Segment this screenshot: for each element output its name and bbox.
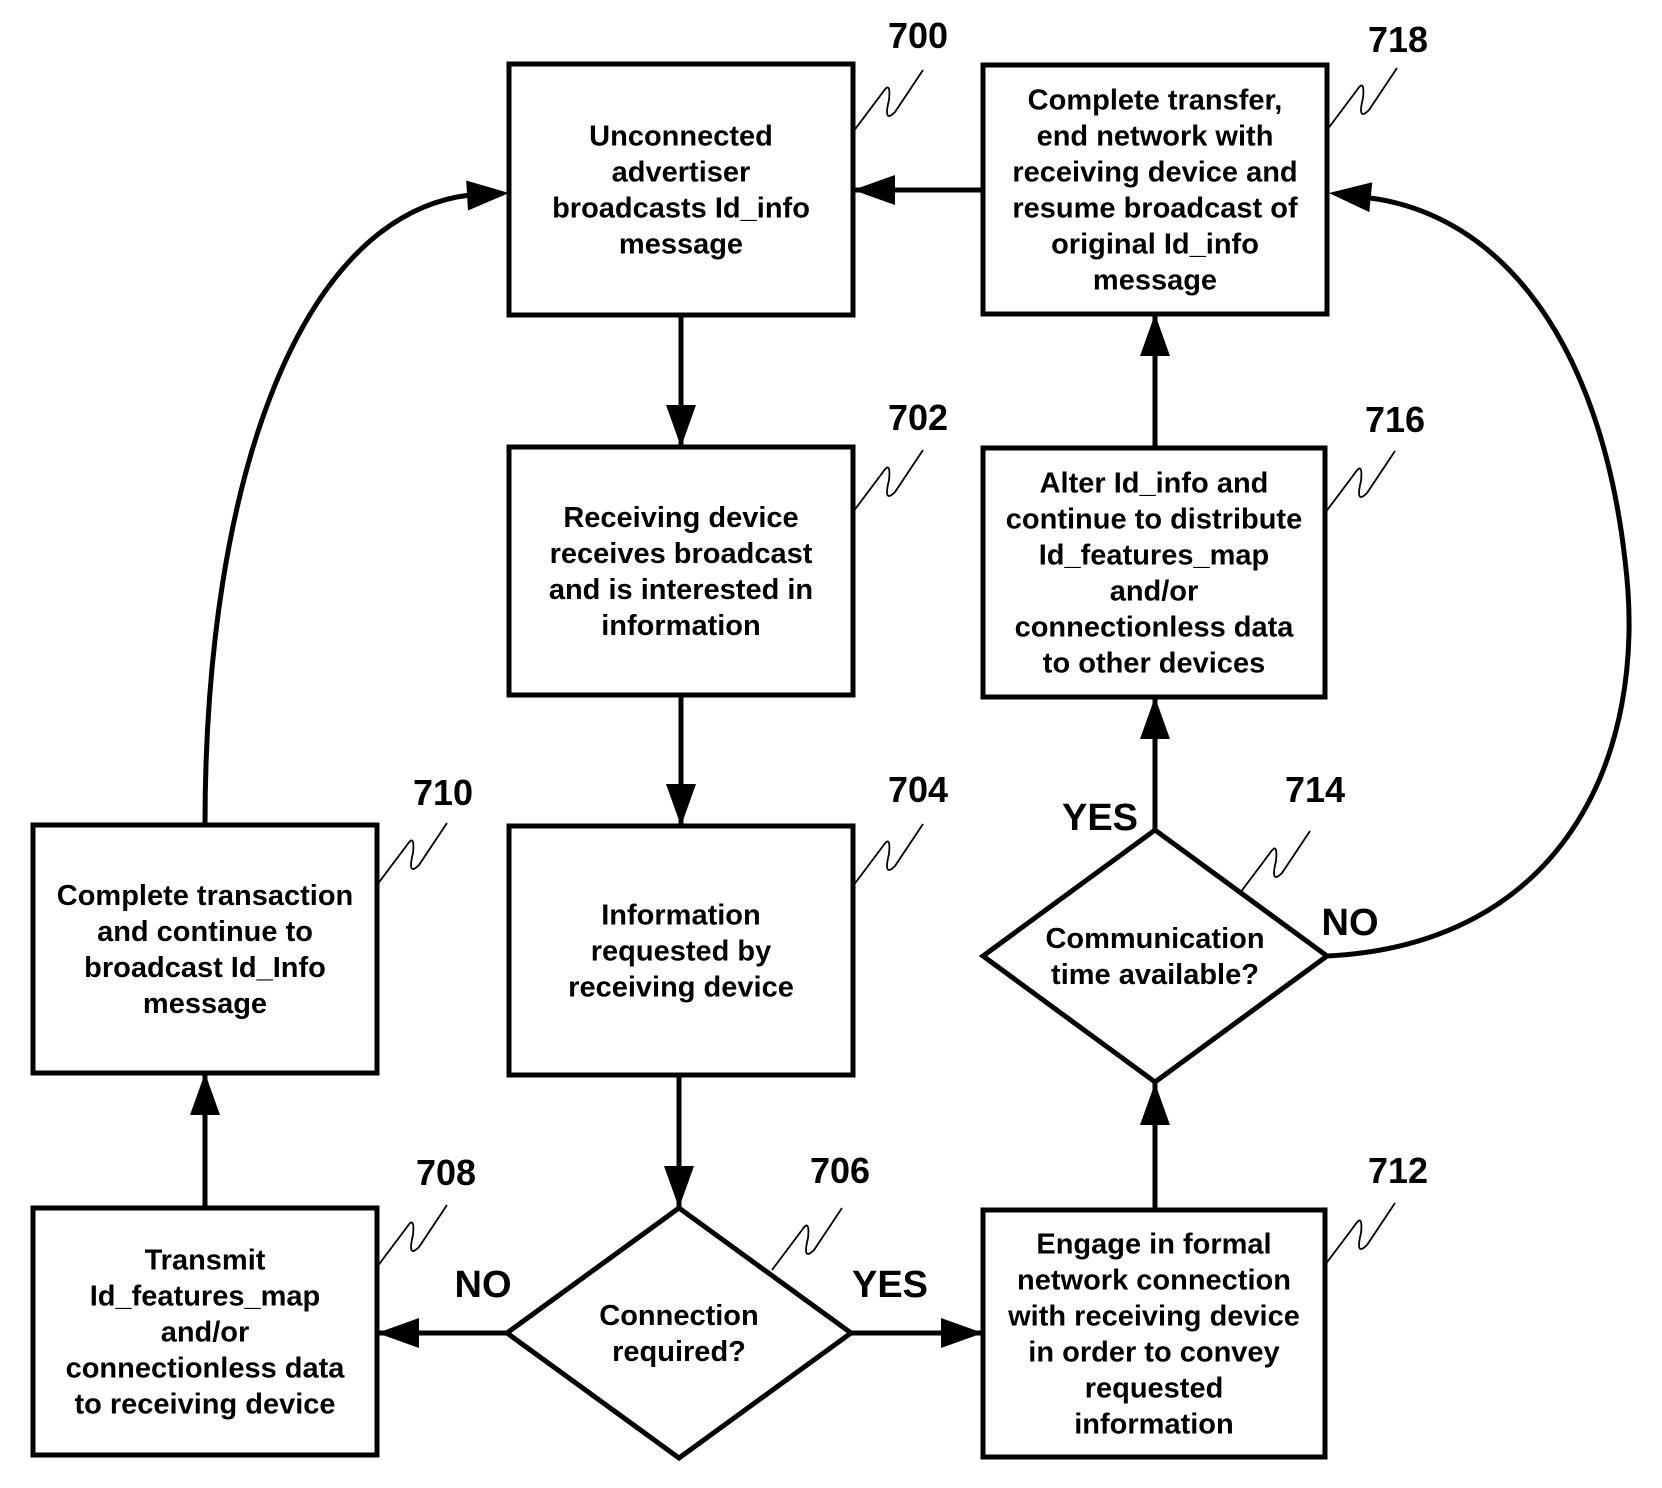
node-text-line: to receiving device [74, 1389, 335, 1421]
process-box [506, 61, 856, 318]
arrowhead [190, 1073, 220, 1115]
node-text-line: requested by [591, 936, 772, 968]
reference-number: 714 [1285, 769, 1345, 810]
node-text-line: in order to convey [1028, 1337, 1279, 1369]
node-text-line: connectionless data [1015, 612, 1295, 644]
node-text-line: and/or [1110, 576, 1199, 608]
node-text-line: receiving device and [1012, 157, 1297, 189]
reference-number: 710 [413, 772, 473, 813]
node-text-line: broadcasts Id_info [552, 193, 810, 225]
node-text-line: Transmit [145, 1245, 266, 1277]
arrowhead [941, 1318, 983, 1348]
reference-number: 700 [888, 15, 948, 56]
node-text-line: message [143, 988, 267, 1020]
node-text-line: Communication [1045, 923, 1264, 955]
branch-label-706-708: NO [455, 1264, 512, 1306]
edge-710-700 [202, 192, 471, 826]
node-text-line: Complete transaction [57, 880, 354, 912]
leader-squiggle [771, 1207, 843, 1271]
arrowhead [1329, 182, 1373, 213]
arrowhead [853, 175, 895, 205]
arrowhead [666, 784, 696, 826]
reference-number: 718 [1368, 19, 1428, 60]
flowchart: Unconnected advertiser broadcasts Id_infom… [30, 15, 1632, 1462]
node-text-line: Information [601, 900, 761, 932]
node-text-line: Connection [599, 1300, 759, 1332]
node-text-line: Id_features_map [1039, 540, 1270, 572]
process-box [30, 822, 380, 1076]
arrowhead [377, 1318, 419, 1348]
node-text-line: end network with [1037, 121, 1274, 153]
leader-squiggle [376, 822, 448, 886]
process-node-702: Receiving device receives broadcast and is… [506, 444, 856, 698]
node-text-line: requested [1085, 1373, 1224, 1405]
node-text-line: required? [612, 1336, 746, 1368]
process-node-712: Engage in formal network connection with r… [980, 1207, 1328, 1460]
node-text-line: original Id_info [1051, 229, 1259, 261]
leader-squiggle [376, 1204, 448, 1268]
process-node-718: Complete transfer, end network with receiv… [980, 62, 1330, 317]
node-text-line: message [1093, 265, 1217, 297]
edge-714-718 [1326, 195, 1632, 959]
node-text-line: receives broadcast [550, 538, 813, 570]
process-node-704: Information requested by receiving device [506, 823, 856, 1078]
node-text-line: time available? [1051, 959, 1259, 991]
node-text-line: broadcast Id_Info [84, 952, 326, 984]
node-text-line: information [601, 610, 761, 642]
leader-squiggle [852, 449, 924, 513]
node-text-line: Unconnected [589, 121, 773, 153]
reference-number: 704 [888, 769, 948, 810]
decision-diamond [502, 1204, 856, 1462]
node-text-line: continue to distribute [1006, 504, 1302, 536]
branch-label-706-712: YES [852, 1264, 928, 1306]
process-node-708: Transmit Id_features_map and/or connectionl… [30, 1205, 380, 1458]
node-text-line: receiving device [568, 972, 794, 1004]
leader-squiggle [1324, 1202, 1396, 1266]
node-text-line: Id_features_map [90, 1281, 321, 1313]
arrowhead [1140, 697, 1170, 739]
arrowhead [1140, 314, 1170, 356]
node-text-line: with receiving device [1007, 1301, 1300, 1333]
reference-number: 702 [888, 397, 948, 438]
leader-squiggle [852, 69, 924, 133]
node-text-line: advertiser [612, 157, 751, 189]
node-text-line: Receiving device [563, 502, 798, 534]
node-text-line: resume broadcast of [1012, 193, 1298, 225]
node-text-line: and is interested in [549, 574, 813, 606]
arrowhead [466, 180, 509, 211]
node-text-line: and/or [161, 1317, 250, 1349]
branch-label-714-716: YES [1062, 797, 1138, 839]
arrowhead [664, 1166, 694, 1208]
node-text-line: message [619, 229, 743, 261]
process-node-710: Complete transaction and continue to broad… [30, 822, 380, 1076]
leader-squiggle [1324, 450, 1396, 514]
leader-squiggle [852, 823, 924, 887]
node-text-line: to other devices [1043, 648, 1265, 680]
reference-number: 712 [1368, 1150, 1428, 1191]
node-text-line: Alter Id_info and [1040, 468, 1269, 500]
process-node-700: Unconnected advertiser broadcasts Id_infom… [506, 61, 856, 318]
arrowhead [1140, 1083, 1170, 1125]
reference-number: 716 [1365, 399, 1425, 440]
node-text-line: and continue to [97, 916, 313, 948]
leader-squiggle [1326, 67, 1398, 131]
branch-label-714-718: NO [1322, 902, 1379, 944]
node-text-line: Engage in formal [1036, 1229, 1271, 1261]
process-box [506, 444, 856, 698]
node-text-line: connectionless data [66, 1353, 346, 1385]
arrowhead [666, 405, 696, 447]
node-text-line: Complete transfer, [1028, 85, 1283, 117]
leader-squiggle [1239, 830, 1311, 894]
reference-number: 706 [810, 1150, 870, 1191]
decision-node-706: Connection required? [502, 1204, 856, 1462]
process-node-716: Alter Id_info and continue to distribute I… [980, 445, 1328, 700]
node-text-line: network connection [1017, 1265, 1291, 1297]
node-text-line: information [1074, 1409, 1234, 1441]
reference-number: 708 [416, 1152, 476, 1193]
